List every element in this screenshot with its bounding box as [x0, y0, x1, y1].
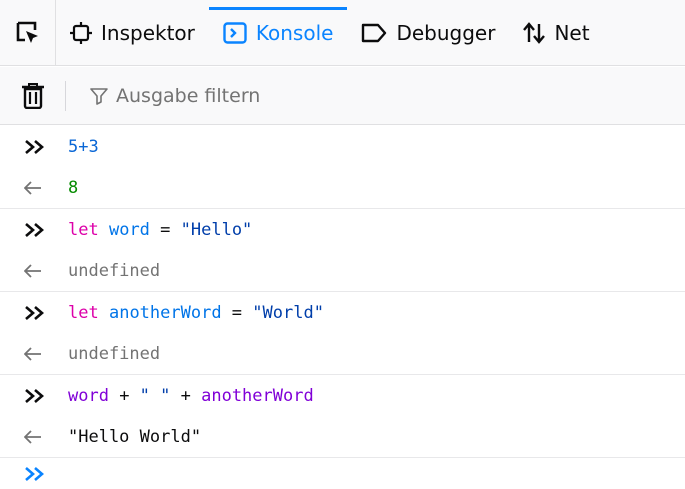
code-token: let [68, 303, 99, 323]
code-token: = [221, 303, 253, 323]
debugger-icon [362, 23, 387, 42]
tab-inspector-label: Inspektor [101, 20, 195, 45]
message-body: undefined [68, 261, 160, 281]
input-marker [24, 222, 68, 238]
console-result-message: undefined [0, 334, 685, 375]
code-token: anotherWord [108, 303, 222, 323]
code-token: "World" [252, 303, 324, 323]
input-marker [24, 305, 68, 321]
message-body: 8 [68, 178, 78, 198]
tab-debugger-label: Debugger [396, 20, 496, 45]
result-marker [24, 181, 68, 195]
result-marker [24, 264, 68, 278]
tab-console-label: Konsole [255, 20, 334, 45]
code-token: "Hello" [180, 220, 253, 240]
filter-output-input[interactable]: Ausgabe filtern [66, 85, 260, 107]
result-arrow-icon [24, 430, 41, 444]
console-filter-bar: Ausgabe filtern [0, 67, 685, 125]
console-input-message: 5+3 [0, 126, 685, 168]
input-chevrons-icon [25, 140, 44, 154]
tab-inspector[interactable]: Inspektor [56, 0, 209, 66]
result-arrow-icon [24, 347, 41, 361]
message-body: let anotherWord = "World" [68, 303, 324, 323]
code-token: word [108, 220, 150, 240]
clear-console-button[interactable] [0, 67, 66, 125]
element-picker-icon [16, 21, 38, 43]
console-input-line[interactable] [0, 458, 685, 489]
result-arrow-icon [24, 181, 41, 195]
element-picker-button[interactable] [0, 0, 56, 66]
code-token: " " [139, 386, 171, 406]
console-icon [223, 21, 247, 44]
tab-network-label: Net [554, 20, 590, 45]
code-token: let [68, 220, 99, 240]
inspector-icon [70, 21, 92, 44]
code-token: + [108, 386, 140, 406]
code-token: + [170, 386, 202, 406]
result-value: undefined [68, 261, 161, 281]
input-marker [24, 139, 68, 155]
message-body: undefined [68, 344, 160, 364]
trash-icon [22, 82, 44, 109]
prompt-chevrons-icon [25, 466, 44, 481]
filter-placeholder: Ausgabe filtern [116, 84, 261, 107]
console-result-message: undefined [0, 251, 685, 292]
message-body: "Hello World" [68, 427, 201, 447]
code-token: word [68, 386, 109, 406]
message-body: let word = "Hello" [68, 220, 252, 240]
result-value: undefined [68, 344, 161, 364]
tab-console[interactable]: Konsole [208, 0, 348, 66]
console-result-message: 8 [0, 168, 685, 209]
console-input-message: word + " " + anotherWord [0, 375, 685, 417]
tab-debugger[interactable]: Debugger [347, 0, 509, 66]
console-result-message: "Hello World" [0, 417, 685, 458]
input-chevrons-icon [25, 389, 44, 403]
code-token: = [149, 220, 181, 240]
code-token: anotherWord [201, 386, 314, 406]
message-body: word + " " + anotherWord [68, 386, 314, 406]
tab-network[interactable]: Net [509, 0, 603, 66]
input-chevrons-icon [25, 223, 44, 237]
result-marker [24, 430, 68, 444]
filter-funnel-icon [90, 87, 108, 105]
result-value: 8 [68, 178, 79, 198]
result-marker [24, 347, 68, 361]
input-chevrons-icon [25, 306, 44, 320]
message-body: 5+3 [68, 137, 99, 157]
input-marker [24, 388, 68, 404]
result-arrow-icon [24, 264, 41, 278]
devtools-toolbar: Inspektor Konsole Debugger Net [0, 0, 685, 66]
code-token: 5+3 [68, 137, 99, 157]
console-input-message: let anotherWord = "World" [0, 292, 685, 334]
console-input-message: let word = "Hello" [0, 209, 685, 251]
console-output: 5+3 8 let word = "Hello" undefined let anoth… [0, 126, 685, 458]
network-arrows-icon [523, 21, 546, 44]
result-value: "Hello World" [68, 427, 202, 447]
